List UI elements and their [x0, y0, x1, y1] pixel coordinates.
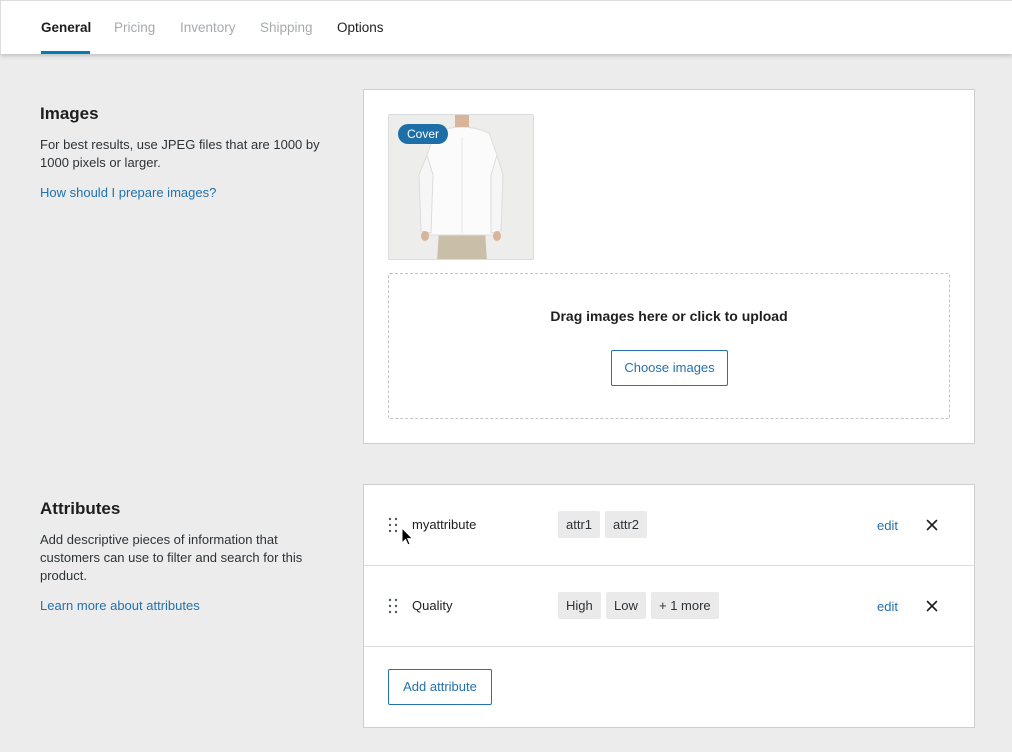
more-values-chip[interactable]: + 1 more	[651, 592, 719, 619]
tab-inventory[interactable]: Inventory	[180, 1, 236, 55]
attribute-name: myattribute	[412, 517, 477, 532]
attributes-heading: Attributes	[40, 499, 121, 518]
add-attribute-button[interactable]: Add attribute	[388, 669, 492, 705]
image-dropzone[interactable]: Drag images here or click to upload Choo…	[388, 273, 950, 419]
attribute-row: myattribute attr1 attr2 edit	[364, 485, 974, 566]
mouse-cursor-icon	[401, 527, 414, 546]
dropzone-text: Drag images here or click to upload	[550, 308, 788, 324]
product-image-thumbnail[interactable]: Cover	[388, 114, 534, 260]
tab-options[interactable]: Options	[337, 1, 384, 55]
attribute-value-chip: attr1	[558, 511, 601, 538]
attributes-description: Add descriptive pieces of information th…	[40, 532, 303, 583]
tab-shipping[interactable]: Shipping	[260, 1, 313, 55]
product-tabs: General Pricing Inventory Shipping Optio…	[0, 0, 1012, 54]
edit-attribute-link[interactable]: edit	[877, 518, 898, 533]
close-icon[interactable]	[924, 517, 940, 533]
drag-handle-icon[interactable]	[387, 517, 399, 533]
images-heading: Images	[40, 104, 99, 123]
attribute-name: Quality	[412, 598, 453, 613]
attribute-value-chip: attr2	[605, 511, 648, 538]
learn-more-attributes-link[interactable]: Learn more about attributes	[40, 598, 200, 613]
prepare-images-link[interactable]: How should I prepare images?	[40, 185, 216, 200]
attribute-value-chip: Low	[606, 592, 646, 619]
attribute-row: Quality High Low + 1 more edit	[364, 566, 974, 647]
images-description: For best results, use JPEG files that ar…	[40, 137, 320, 170]
attributes-card: myattribute attr1 attr2 edit Quality Hig…	[363, 484, 975, 728]
choose-images-button[interactable]: Choose images	[611, 350, 728, 386]
images-card: Cover Drag images here or click to uploa…	[363, 89, 975, 444]
attribute-value-chip: High	[558, 592, 601, 619]
tab-general[interactable]: General	[41, 1, 91, 55]
close-icon[interactable]	[924, 598, 940, 614]
active-tab-indicator	[41, 51, 90, 54]
tab-pricing[interactable]: Pricing	[114, 1, 155, 55]
edit-attribute-link[interactable]: edit	[877, 599, 898, 614]
cover-badge: Cover	[398, 124, 449, 144]
drag-handle-icon[interactable]	[387, 598, 399, 614]
